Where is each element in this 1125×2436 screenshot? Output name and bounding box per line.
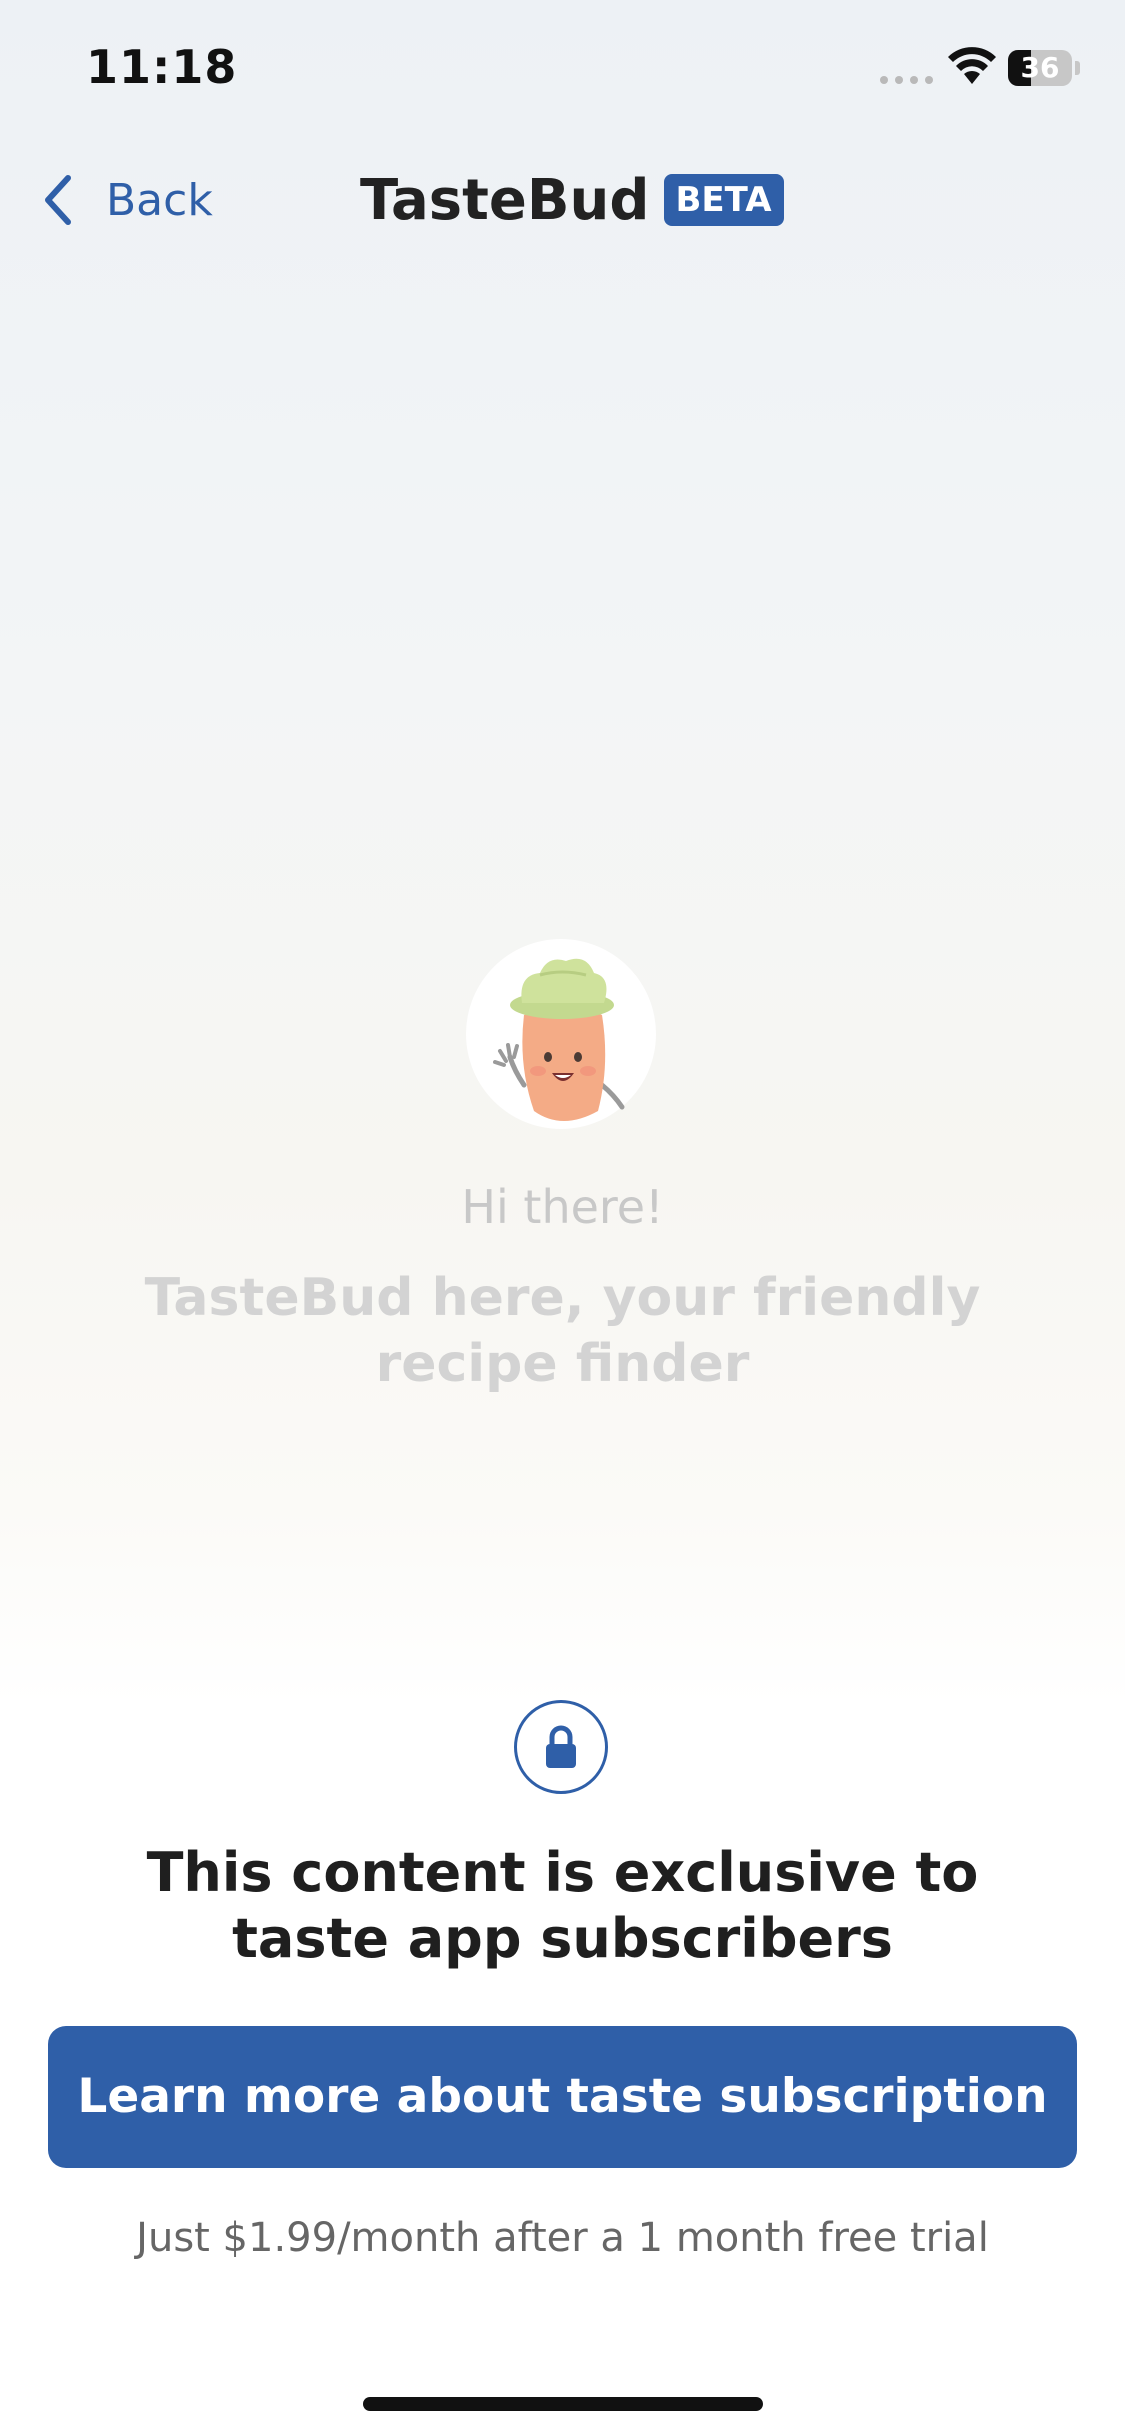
intro-text: TasteBud here, your friendly recipe find… [144,1268,981,1394]
learn-more-subscription-button[interactable]: Learn more about taste subscription [48,2026,1077,2168]
back-button[interactable]: Back [40,170,213,230]
status-time: 11:18 [86,40,238,94]
battery-icon: 36 [1008,50,1080,86]
chevron-left-icon [45,175,71,225]
status-bar: 11:18 36 [0,0,1125,130]
navigation-bar: Back TasteBud BETA [0,150,1125,250]
wifi-icon [948,47,996,84]
greeting-text: Hi there! [461,1180,664,1234]
home-indicator[interactable] [363,2397,763,2411]
lock-badge [514,1700,608,1794]
price-note: Just $1.99/month after a 1 month free tr… [136,2215,989,2261]
battery-level: 36 [1020,51,1060,84]
back-label: Back [106,174,213,226]
nav-title-group: TasteBud BETA [360,167,784,233]
cellular-signal-icon [880,76,933,84]
page-title: TasteBud [360,167,650,233]
paywall-title: This content is exclusive to taste app s… [146,1841,979,1970]
carrot-mascot-icon [462,935,662,1135]
beta-badge: BETA [663,174,784,226]
lock-icon [546,1725,576,1768]
